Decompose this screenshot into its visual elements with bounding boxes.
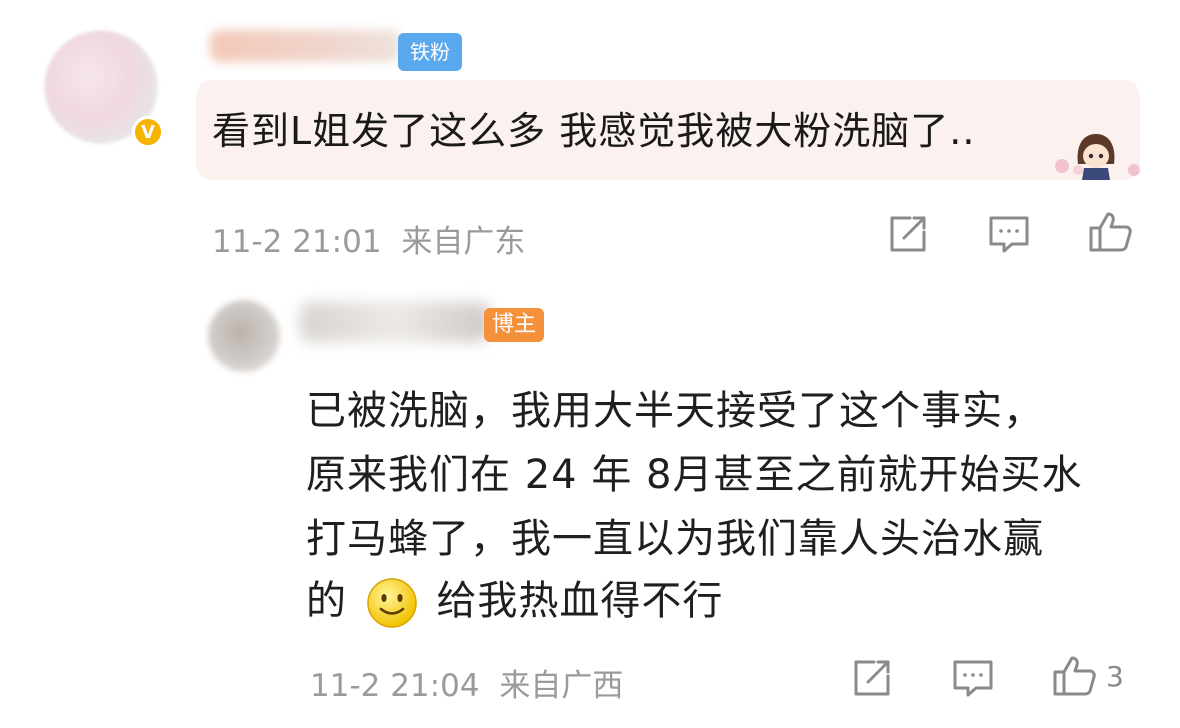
- comment-location: 来自广东: [401, 224, 526, 260]
- reply-text-segment: 给我热血得不行: [436, 578, 724, 624]
- reply-time: 11-2 21:04: [310, 668, 480, 704]
- share-button[interactable]: [886, 212, 930, 256]
- avatar[interactable]: [208, 300, 280, 372]
- reply-text-line: 已被洗脑，我用大半天接受了这个事实，: [306, 388, 1044, 434]
- reply-location: 来自广西: [499, 668, 624, 704]
- username-blurred[interactable]: [210, 30, 400, 62]
- comment-time: 11-2 21:01: [212, 224, 382, 260]
- owner-badge[interactable]: 博主: [484, 308, 545, 342]
- comment-meta: 11-2 21:01 来自广东: [212, 216, 525, 261]
- fan-badge[interactable]: 铁粉: [398, 33, 462, 71]
- like-button[interactable]: 3: [1050, 652, 1124, 700]
- username-blurred[interactable]: [300, 302, 490, 342]
- like-button[interactable]: [1086, 208, 1134, 256]
- reply-text-line: 打马蜂了，我一直以为我们靠人头治水赢: [306, 516, 1044, 562]
- reply-text-segment: 的: [306, 578, 347, 624]
- like-icon: [1053, 656, 1096, 696]
- reply-button[interactable]: [950, 656, 996, 700]
- share-button[interactable]: [850, 656, 894, 700]
- anime-girl-sticker: [1055, 134, 1140, 180]
- reply-button[interactable]: [986, 212, 1032, 256]
- share-icon: [890, 216, 926, 252]
- smile-emoji: [366, 578, 417, 628]
- like-count: 3: [1106, 659, 1124, 693]
- comment-text: 看到L姐发了这么多 我感觉我被大粉洗脑了..: [212, 109, 976, 153]
- reply-text-line: 原来我们在 24 年 8月甚至之前就开始买水: [306, 452, 1083, 498]
- verified-icon: V: [132, 116, 164, 148]
- share-icon: [854, 660, 890, 696]
- comment-icon: [953, 660, 993, 697]
- like-icon: [1089, 212, 1132, 252]
- reply-meta: 11-2 21:04 来自广西: [310, 660, 623, 705]
- reply-text-line: 的 给我热血得不行: [306, 568, 723, 630]
- comment-icon: [989, 216, 1029, 253]
